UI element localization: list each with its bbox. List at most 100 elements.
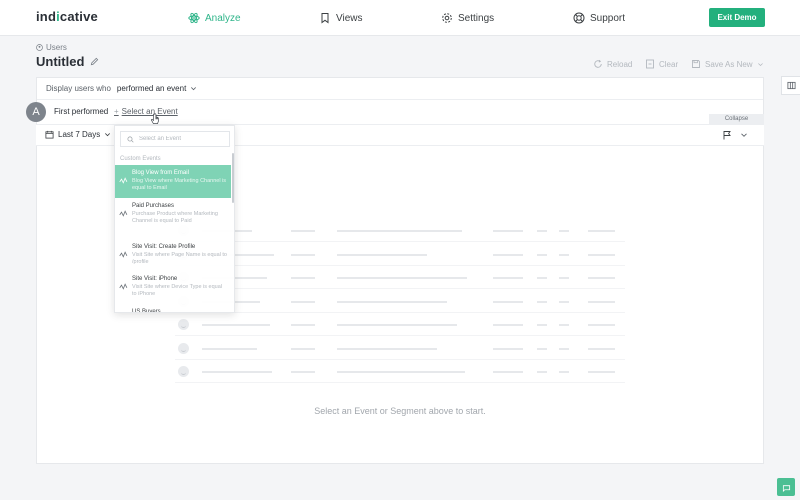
reload-icon <box>594 59 602 68</box>
event-dropdown: Custom Events Blog View from EmailBlog V… <box>114 125 235 313</box>
event-option-name: US Buyers <box>132 309 161 313</box>
placeholder-row <box>175 293 625 313</box>
placeholder-bar <box>588 253 615 256</box>
event-option[interactable]: US Buyers <box>115 304 231 313</box>
placeholder-bar <box>537 277 547 279</box>
event-option-description: Purchase Product where Marketing Channel… <box>132 211 218 224</box>
placeholder-bar <box>493 371 523 373</box>
event-option-name: Site Visit: iPhone <box>132 276 178 282</box>
chevron-down-icon <box>757 62 763 66</box>
flag-icon[interactable] <box>722 130 732 140</box>
calendar-icon <box>45 130 54 139</box>
placeholder-bar <box>559 277 569 279</box>
activity-icon <box>119 283 128 290</box>
reload-label: Reload <box>607 59 633 69</box>
placeholder-bar <box>559 347 569 350</box>
placeholder-bar <box>537 253 547 256</box>
placeholder-bar <box>337 371 465 373</box>
date-range-label: Last 7 Days <box>58 130 101 139</box>
nav-views[interactable]: Views <box>319 11 363 25</box>
breadcrumb-label: Users <box>46 43 67 52</box>
clear-icon <box>646 59 654 69</box>
chat-icon <box>782 484 790 492</box>
placeholder-row <box>175 363 625 383</box>
placeholder-bar <box>493 324 523 326</box>
event-option[interactable]: Paid Purchases Purchase Product where Mar… <box>115 198 231 231</box>
pencil-icon[interactable] <box>90 57 99 66</box>
placeholder-bar <box>588 277 615 279</box>
placeholder-bar <box>493 277 523 279</box>
dropdown-section-title: Custom Events <box>120 156 161 162</box>
chevron-down-icon <box>191 87 197 91</box>
reload-button[interactable]: Reload <box>593 58 632 70</box>
event-option[interactable]: Site Visit: Create Profile Visit Site whe… <box>115 239 231 272</box>
activity-icon <box>119 177 128 184</box>
chevron-down-icon[interactable] <box>740 131 748 139</box>
breadcrumb[interactable]: Users <box>36 43 67 52</box>
placeholder-bar <box>291 253 315 256</box>
side-panel-toggle[interactable] <box>781 76 800 95</box>
placeholder-bar <box>202 371 272 373</box>
placeholder-bar <box>202 347 257 350</box>
placeholder-avatar-icon <box>178 366 189 377</box>
event-option-name: Paid Purchases <box>132 203 175 209</box>
placeholder-bar <box>493 253 523 256</box>
empty-state-message: Select an Event or Segment above to star… <box>314 406 486 416</box>
placeholder-bar <box>291 300 315 303</box>
event-option-description: Visit Site where Page Name is equal to /… <box>132 252 227 265</box>
logo-part-3: cative <box>59 9 98 24</box>
first-performed-label: First performed <box>54 107 109 116</box>
search-icon <box>127 136 134 143</box>
nav-settings-label: Settings <box>458 12 495 24</box>
nav-analyze-label: Analyze <box>205 12 241 24</box>
placeholder-row <box>175 269 625 289</box>
event-option-name: Blog View from Email <box>132 170 189 176</box>
placeholder-bar <box>537 324 547 326</box>
chevron-down-icon <box>105 133 111 137</box>
activity-icon <box>119 210 128 217</box>
help-chat-button[interactable] <box>777 478 795 496</box>
collapse-button[interactable]: Collapse <box>709 114 764 124</box>
save-as-new-button[interactable]: Save As New <box>691 58 764 70</box>
columns-icon <box>786 81 796 90</box>
placeholder-bar <box>559 230 569 232</box>
event-option[interactable]: Blog View from Email Blog View where Mark… <box>115 165 231 198</box>
clear-button[interactable]: Clear <box>645 58 678 70</box>
placeholder-bar <box>588 230 615 232</box>
exit-demo-button[interactable]: Exit Demo <box>709 8 765 27</box>
display-mode-select[interactable]: performed an event <box>117 84 197 93</box>
clear-label: Clear <box>659 59 679 69</box>
nav-settings[interactable]: Settings <box>441 11 494 25</box>
dropdown-scrollbar[interactable] <box>232 153 234 203</box>
select-event-link[interactable]: + Select an Event <box>114 107 178 116</box>
placeholder-bar <box>493 347 523 350</box>
plus-sign: + <box>114 107 119 116</box>
app-logo[interactable]: indicative <box>36 9 98 24</box>
placeholder-bar <box>559 253 569 256</box>
placeholder-bar <box>537 230 547 232</box>
date-range-picker[interactable]: Last 7 Days <box>45 130 111 139</box>
placeholder-bar <box>588 371 615 373</box>
placeholder-bar <box>337 300 447 303</box>
placeholder-row <box>175 340 625 360</box>
placeholder-bar <box>537 347 547 350</box>
event-search-input[interactable] <box>139 136 227 142</box>
placeholder-bar <box>537 300 547 303</box>
placeholder-bar <box>337 230 462 232</box>
event-option[interactable]: Site Visit: iPhone Visit Site where Devic… <box>115 271 231 304</box>
nav-support-label: Support <box>590 12 626 24</box>
event-search-field[interactable] <box>120 131 230 147</box>
display-prefix: Display users who <box>46 84 111 93</box>
save-icon <box>692 60 700 68</box>
atom-icon <box>188 12 200 24</box>
nav-support[interactable]: Support <box>573 11 625 25</box>
placeholder-bar <box>588 324 615 326</box>
placeholder-bar <box>337 253 427 256</box>
placeholder-bar <box>588 300 615 303</box>
placeholder-bar <box>559 371 569 373</box>
nav-analyze[interactable]: Analyze <box>188 11 241 25</box>
event-option-description: Visit Site where Device Type is equal to… <box>132 284 222 297</box>
lifebuoy-icon <box>573 12 585 24</box>
display-mode-label: performed an event <box>116 84 187 93</box>
placeholder-bar <box>337 277 467 279</box>
